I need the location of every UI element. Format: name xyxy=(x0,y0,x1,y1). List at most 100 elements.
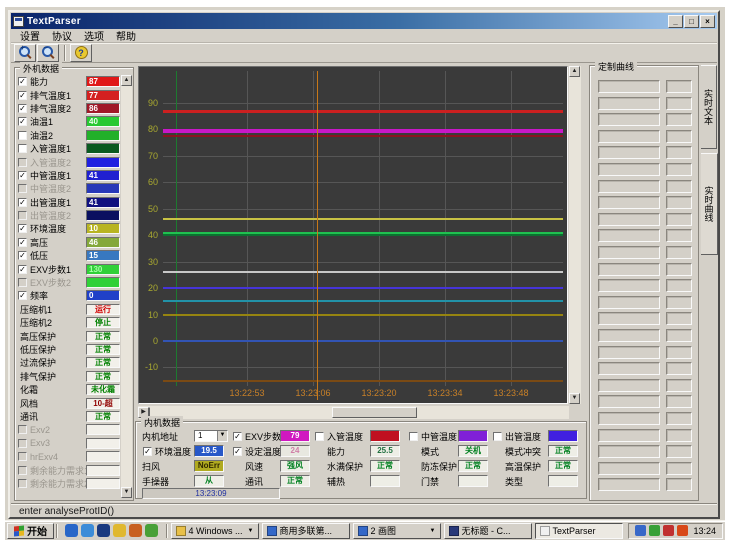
checkbox[interactable] xyxy=(18,452,27,461)
titlebar[interactable]: TextParser _ □ × xyxy=(11,13,717,29)
chart-vertical-scrollbar[interactable]: ▲ ▼ xyxy=(569,66,581,404)
minimize-button[interactable]: _ xyxy=(668,15,683,28)
curve-name-box[interactable] xyxy=(598,113,660,126)
scroll-up-icon[interactable]: ▲ xyxy=(121,75,132,86)
checkbox[interactable]: ✓ xyxy=(18,238,27,247)
checkbox[interactable]: ✓ xyxy=(18,77,27,86)
curve-value-box[interactable] xyxy=(666,362,692,375)
curve-value-box[interactable] xyxy=(666,163,692,176)
curve-name-box[interactable] xyxy=(598,130,660,143)
scrollbar-thumb[interactable] xyxy=(332,407,417,418)
menu-item-设置[interactable]: 设置 xyxy=(15,28,45,43)
indoor-address-dropdown[interactable]: 1▼ xyxy=(194,430,228,442)
chevron-down-icon[interactable]: ▼ xyxy=(430,528,436,534)
quick-launch-icon-3[interactable] xyxy=(97,524,110,537)
curve-name-box[interactable] xyxy=(598,478,660,491)
curve-name-box[interactable] xyxy=(598,213,660,226)
chart-horizontal-scrollbar[interactable]: ◀ ▶ xyxy=(138,406,569,419)
menu-item-协议[interactable]: 协议 xyxy=(47,28,77,43)
tab-实时文本[interactable]: 实时文本 xyxy=(701,65,717,149)
scroll-up-icon[interactable]: ▲ xyxy=(569,66,580,77)
curve-value-box[interactable] xyxy=(666,229,692,242)
checkbox[interactable] xyxy=(18,425,27,434)
checkbox[interactable] xyxy=(18,479,27,488)
curve-name-box[interactable] xyxy=(598,97,660,110)
checkbox[interactable]: ✓ xyxy=(18,224,27,233)
tray-icon-1[interactable] xyxy=(635,525,646,536)
curve-value-box[interactable] xyxy=(666,146,692,159)
curve-value-box[interactable] xyxy=(666,113,692,126)
curve-value-box[interactable] xyxy=(666,80,692,93)
curve-name-box[interactable] xyxy=(598,346,660,359)
menu-item-选项[interactable]: 选项 xyxy=(79,28,109,43)
checkbox[interactable]: ✓ xyxy=(18,104,27,113)
maximize-button[interactable]: □ xyxy=(684,15,699,28)
curve-value-box[interactable] xyxy=(666,246,692,259)
checkbox[interactable]: ✓ xyxy=(18,198,27,207)
curve-value-box[interactable] xyxy=(666,279,692,292)
checkbox[interactable]: ✓ xyxy=(18,91,27,100)
tray-icon-3[interactable] xyxy=(663,525,674,536)
curve-value-box[interactable] xyxy=(666,412,692,425)
quick-launch-icon-6[interactable] xyxy=(145,524,158,537)
curve-value-box[interactable] xyxy=(666,462,692,475)
curve-value-box[interactable] xyxy=(666,379,692,392)
tray-icon-4[interactable] xyxy=(677,525,688,536)
checkbox[interactable]: ✓ xyxy=(18,291,27,300)
task-button-4 Windows ...[interactable]: 4 Windows ...▼ xyxy=(171,523,259,539)
checkbox[interactable]: ✓ xyxy=(233,447,242,456)
scroll-down-icon[interactable]: ▼ xyxy=(121,487,132,498)
curve-name-box[interactable] xyxy=(598,180,660,193)
checkbox[interactable] xyxy=(409,432,418,441)
curve-value-box[interactable] xyxy=(666,329,692,342)
curve-value-box[interactable] xyxy=(666,312,692,325)
quick-launch-icon-4[interactable] xyxy=(113,524,126,537)
curve-value-box[interactable] xyxy=(666,196,692,209)
curve-value-box[interactable] xyxy=(666,97,692,110)
curve-name-box[interactable] xyxy=(598,80,660,93)
tray-icon-2[interactable] xyxy=(649,525,660,536)
menu-item-帮助[interactable]: 帮助 xyxy=(111,28,141,43)
close-button[interactable]: × xyxy=(700,15,715,28)
curve-name-box[interactable] xyxy=(598,246,660,259)
curve-name-box[interactable] xyxy=(598,362,660,375)
curve-name-box[interactable] xyxy=(598,296,660,309)
curve-name-box[interactable] xyxy=(598,462,660,475)
quick-launch-icon-2[interactable] xyxy=(81,524,94,537)
curve-name-box[interactable] xyxy=(598,379,660,392)
tab-实时曲线[interactable]: 实时曲线 xyxy=(701,153,718,255)
start-button[interactable]: 开始 xyxy=(7,523,54,539)
curve-name-box[interactable] xyxy=(598,395,660,408)
checkbox[interactable] xyxy=(18,144,27,153)
zoom-out-button[interactable]: − xyxy=(37,44,59,62)
curve-name-box[interactable] xyxy=(598,163,660,176)
checkbox[interactable]: ✓ xyxy=(18,171,27,180)
checkbox[interactable] xyxy=(18,439,27,448)
task-button-商用多联第...[interactable]: 商用多联第... xyxy=(262,523,350,539)
curve-name-box[interactable] xyxy=(598,412,660,425)
checkbox[interactable] xyxy=(18,466,27,475)
help-button[interactable]: ? xyxy=(70,44,92,62)
curve-value-box[interactable] xyxy=(666,263,692,276)
task-button-TextParser[interactable]: TextParser xyxy=(535,523,623,539)
task-button-2 画图[interactable]: 2 画图▼ xyxy=(353,523,441,539)
checkbox[interactable] xyxy=(493,432,502,441)
curve-name-box[interactable] xyxy=(598,229,660,242)
curve-value-box[interactable] xyxy=(666,395,692,408)
checkbox[interactable] xyxy=(18,278,27,287)
checkbox[interactable] xyxy=(18,184,27,193)
curve-name-box[interactable] xyxy=(598,329,660,342)
curve-name-box[interactable] xyxy=(598,429,660,442)
task-button-无标题 - C...[interactable]: 无标题 - C... xyxy=(444,523,532,539)
curve-name-box[interactable] xyxy=(598,196,660,209)
curve-name-box[interactable] xyxy=(598,279,660,292)
curve-value-box[interactable] xyxy=(666,180,692,193)
checkbox[interactable]: ✓ xyxy=(233,432,242,441)
curve-value-box[interactable] xyxy=(666,478,692,491)
curve-name-box[interactable] xyxy=(598,146,660,159)
checkbox[interactable]: ✓ xyxy=(18,251,27,260)
checkbox[interactable] xyxy=(18,211,27,220)
checkbox[interactable]: ✓ xyxy=(143,447,152,456)
checkbox[interactable] xyxy=(18,158,27,167)
curve-value-box[interactable] xyxy=(666,130,692,143)
